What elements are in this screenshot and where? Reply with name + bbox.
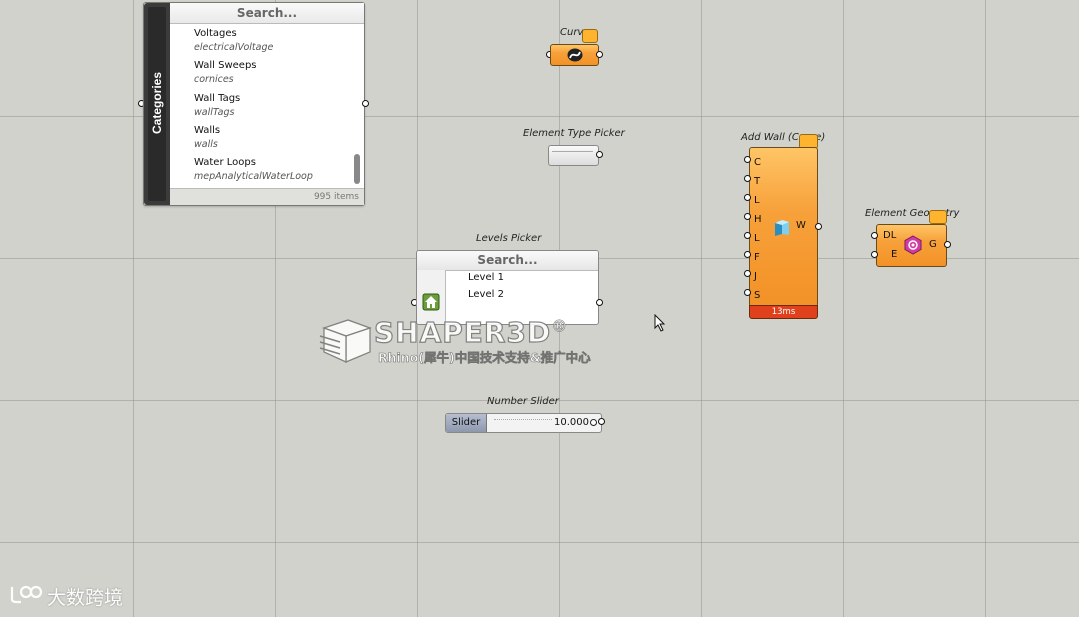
input-grip[interactable] (744, 194, 751, 201)
number-slider-output-grip[interactable] (598, 418, 605, 425)
input-param-c[interactable]: C (754, 153, 774, 172)
element-geometry-component[interactable]: DL E G (876, 224, 947, 267)
levels-picker[interactable]: Search... Level 1 Level 2 (416, 250, 599, 325)
slider-label: Slider (446, 414, 487, 432)
list-item[interactable]: Walls walls (174, 122, 354, 154)
input-grip[interactable] (744, 156, 751, 163)
level-icon (422, 293, 440, 315)
input-param-t[interactable]: T (754, 172, 774, 191)
input-param-f[interactable]: F (754, 248, 774, 267)
input-param-dl[interactable]: DL (883, 230, 896, 241)
output-param-w[interactable]: W (796, 220, 806, 231)
number-slider[interactable]: Slider 10.000 (445, 413, 602, 433)
curve-component[interactable] (550, 44, 599, 66)
curve-icon (566, 47, 584, 67)
levels-search-input[interactable]: Search... (417, 251, 598, 271)
categories-scrollbar[interactable] (354, 154, 360, 184)
list-item[interactable]: Water Loops mepAnalyticalWaterLoop (174, 154, 354, 186)
output-param-g[interactable]: G (929, 239, 937, 250)
add-wall-output-grip[interactable] (815, 223, 822, 230)
list-item[interactable]: Level 2 (468, 289, 504, 300)
element-type-picker-output-grip[interactable] (596, 151, 603, 158)
watermark-title: SHAPER3D® (373, 315, 569, 349)
shaper3d-logo-icon (318, 316, 374, 368)
curve-caption: Curv (560, 27, 584, 38)
input-param-l[interactable]: L (754, 191, 774, 210)
categories-item-count: 995 items (170, 188, 364, 205)
input-param-h[interactable]: H (754, 210, 774, 229)
watermark-subtitle: Rhino(犀牛)中国技术支持&推广中心 (378, 350, 591, 366)
input-grip[interactable] (744, 213, 751, 220)
input-param-s[interactable]: S (754, 286, 774, 305)
element-geometry-output-grip[interactable] (944, 241, 951, 248)
shaper3d-watermark: SHAPER3D® Rhino(犀牛)中国技术支持&推广中心 (318, 315, 628, 368)
list-item[interactable]: Wall Sweeps cornices (174, 57, 354, 89)
number-slider-caption: Number Slider (487, 396, 559, 407)
categories-output-grip[interactable] (362, 100, 369, 107)
slider-knob[interactable] (590, 419, 597, 426)
list-item[interactable]: Level 1 (468, 272, 504, 283)
input-grip[interactable] (744, 175, 751, 182)
slider-value: 10.000 (554, 417, 589, 428)
input-grip[interactable] (744, 232, 751, 239)
element-type-picker[interactable] (548, 145, 599, 166)
curve-output-grip[interactable] (596, 51, 603, 58)
element-type-picker-caption: Element Type Picker (523, 128, 625, 139)
input-grip[interactable] (871, 251, 878, 258)
list-item[interactable]: Voltages electricalVoltage (174, 25, 354, 57)
categories-side-bar: Categories (144, 3, 170, 205)
bottom-watermark: 大数跨境 (9, 583, 123, 610)
input-param-j[interactable]: J (754, 267, 774, 286)
input-param-e[interactable]: E (891, 249, 897, 260)
input-param-l2[interactable]: L (754, 229, 774, 248)
categories-picker[interactable]: Categories Search... Voltages electrical… (143, 2, 365, 206)
add-wall-component[interactable]: C T L H L F J S W (749, 147, 818, 307)
input-grip[interactable] (744, 270, 751, 277)
registered-mark: ® (551, 316, 569, 336)
element-geometry-preview-balloon[interactable] (929, 210, 947, 224)
categories-label: Categories (150, 71, 164, 135)
curve-preview-balloon[interactable] (582, 29, 598, 43)
geometry-icon (903, 235, 923, 259)
levels-output-grip[interactable] (596, 299, 603, 306)
input-grip[interactable] (744, 251, 751, 258)
slider-track[interactable] (494, 419, 552, 421)
bottom-watermark-text: 大数跨境 (47, 587, 124, 609)
wall-icon (772, 217, 792, 241)
mouse-cursor-icon (654, 313, 666, 336)
list-item[interactable]: Wall Tags wallTags (174, 90, 354, 122)
add-wall-timing: 13ms (749, 305, 818, 319)
input-grip[interactable] (744, 289, 751, 296)
categories-search-input[interactable]: Search... (170, 3, 364, 24)
categories-list[interactable]: Voltages electricalVoltage Wall Sweeps c… (174, 25, 354, 187)
add-wall-inputs: C T L H L F J S (754, 153, 774, 305)
levels-picker-caption: Levels Picker (476, 233, 542, 244)
brand-logo-icon (9, 583, 43, 610)
input-grip[interactable] (871, 232, 878, 239)
